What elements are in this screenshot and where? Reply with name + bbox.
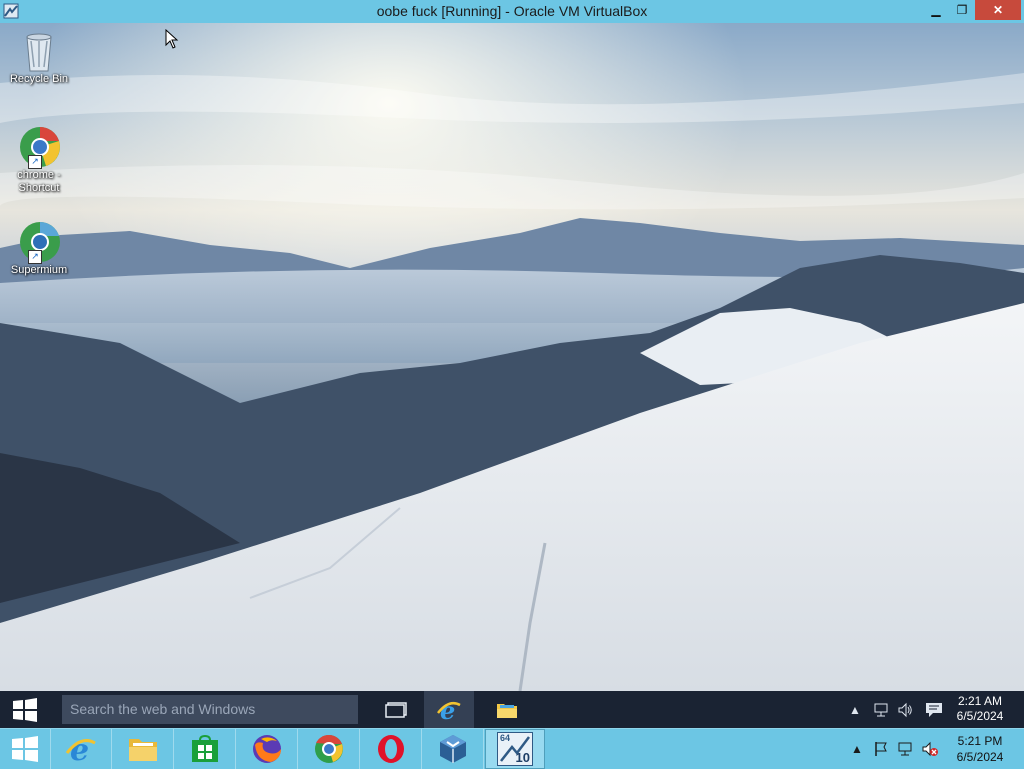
task-view-icon: [385, 701, 407, 718]
guest-clock[interactable]: 2:21 AM 6/5/2024: [950, 694, 1010, 724]
host-clock[interactable]: 5:21 PM 6/5/2024: [950, 733, 1010, 765]
mountain-wallpaper: [0, 23, 1024, 691]
desktop-icon-label: chrome - Shortcut: [17, 169, 61, 194]
guest-time: 2:21 AM: [957, 694, 1003, 708]
close-button[interactable]: ✕: [975, 0, 1021, 20]
window-title: oobe fuck [Running] - Oracle VM VirtualB…: [376, 3, 648, 19]
folder-icon: [497, 703, 517, 718]
host-time: 5:21 PM: [957, 734, 1003, 748]
svg-text:e: e: [70, 733, 89, 765]
shortcut-arrow-icon: ↗: [28, 155, 42, 169]
host-vm-window-button[interactable]: 64 10: [485, 729, 545, 769]
host-store-button[interactable]: [175, 729, 236, 769]
supermium-icon: ↗: [16, 220, 62, 264]
file-explorer-button[interactable]: [484, 691, 530, 728]
virtualbox-icon: [440, 735, 466, 763]
host-opera-button[interactable]: [361, 729, 422, 769]
host-volume-muted-icon[interactable]: [918, 729, 942, 769]
windows-logo-icon: [13, 697, 37, 722]
host-file-explorer-button[interactable]: [113, 729, 174, 769]
guest-search-box[interactable]: Search the web and Windows: [62, 695, 358, 724]
restore-button[interactable]: ❐: [950, 0, 974, 20]
host-action-center-flag-icon[interactable]: [870, 729, 892, 769]
host-start-button[interactable]: [0, 729, 51, 769]
guest-notification-icon[interactable]: [922, 691, 946, 728]
host-network-icon[interactable]: [894, 729, 916, 769]
host-internet-explorer-button[interactable]: e: [51, 729, 112, 769]
guest-taskbar: Search the web and Windows e ▲ 2:21 AM 6…: [0, 691, 1024, 728]
mouse-cursor-icon: [165, 29, 179, 49]
chrome-icon: [315, 734, 343, 763]
desktop-icon-recycle-bin[interactable]: Recycle Bin: [3, 29, 75, 86]
desktop-icon-label: Recycle Bin: [9, 73, 69, 85]
host-firefox-button[interactable]: [237, 729, 298, 769]
virtualbox-title-bar[interactable]: oobe fuck [Running] - Oracle VM VirtualB…: [0, 0, 1024, 24]
recycle-bin-icon: [21, 29, 57, 73]
internet-explorer-button[interactable]: e: [424, 691, 474, 728]
internet-explorer-icon: e: [437, 697, 461, 723]
windows-logo-icon: [12, 736, 38, 762]
store-icon: [192, 735, 218, 762]
shortcut-arrow-icon: ↗: [28, 250, 42, 264]
guest-volume-icon[interactable]: [894, 691, 916, 728]
desktop-icon-label: Supermium: [10, 264, 68, 276]
internet-explorer-icon: e: [65, 733, 96, 765]
guest-date: 6/5/2024: [956, 709, 1004, 723]
host-virtualbox-button[interactable]: [423, 729, 484, 769]
minimize-button[interactable]: ▁: [923, 0, 949, 20]
guest-start-button[interactable]: [0, 691, 50, 728]
chrome-icon: ↗: [16, 125, 62, 169]
host-chrome-button[interactable]: [299, 729, 360, 769]
host-taskbar: e 64 10 ▲ 5:21 PM 6/5/2024: [0, 728, 1024, 769]
desktop-icon-supermium[interactable]: ↗ Supermium: [3, 220, 75, 277]
vm-win10-icon: 64 10: [497, 732, 533, 766]
task-view-button[interactable]: [378, 691, 414, 728]
firefox-icon: [253, 735, 281, 763]
guest-desktop[interactable]: Recycle Bin ↗ chrome - Shortcut ↗ Superm…: [0, 23, 1024, 691]
host-date: 6/5/2024: [956, 750, 1004, 764]
guest-tray-chevron[interactable]: ▲: [846, 691, 864, 728]
guest-network-icon[interactable]: [870, 691, 892, 728]
host-tray-chevron[interactable]: ▲: [848, 729, 866, 769]
folder-icon: [129, 739, 157, 761]
opera-icon: [378, 735, 404, 763]
desktop-icon-chrome-shortcut[interactable]: ↗ chrome - Shortcut: [3, 125, 75, 195]
